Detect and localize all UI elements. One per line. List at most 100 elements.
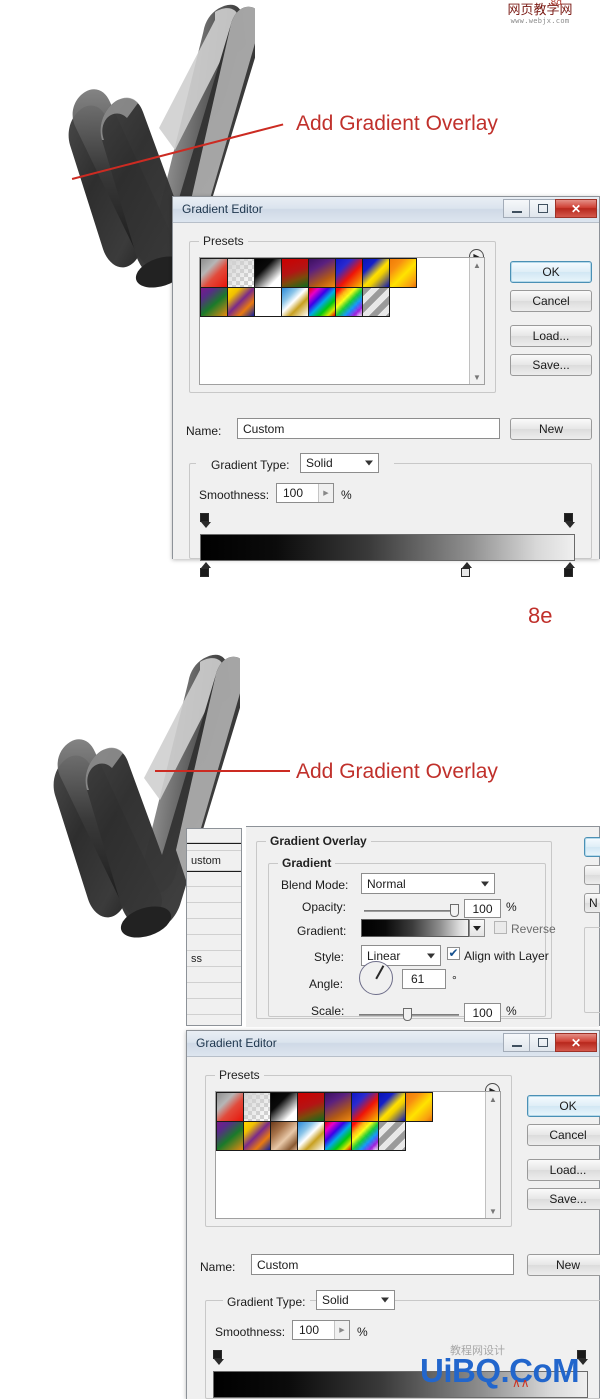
preset-swatch[interactable] xyxy=(324,1092,352,1122)
color-stop-mid-top[interactable] xyxy=(461,562,472,577)
angle-input[interactable]: 61 xyxy=(402,969,446,989)
preset-swatch[interactable] xyxy=(254,258,282,288)
preset-swatch[interactable] xyxy=(324,1121,352,1151)
maximize-icon[interactable] xyxy=(529,199,556,218)
preset-swatch[interactable] xyxy=(243,1121,271,1151)
presets-scrollbar-top[interactable]: ▲ ▼ xyxy=(469,258,484,384)
presets-list-top[interactable]: ▲ ▼ xyxy=(199,257,485,385)
preset-swatch[interactable] xyxy=(389,258,417,288)
overlay-new-style-button-clipped[interactable]: N xyxy=(584,893,600,913)
gradient-type-select-bottom[interactable]: Solid xyxy=(316,1290,395,1310)
name-input-bottom[interactable]: Custom xyxy=(251,1254,514,1275)
scroll-down-icon[interactable]: ▼ xyxy=(470,370,484,384)
ls-row[interactable] xyxy=(187,983,241,999)
preset-swatch[interactable] xyxy=(281,287,309,317)
preset-swatch[interactable] xyxy=(243,1092,271,1122)
preset-swatch[interactable] xyxy=(362,287,390,317)
preset-swatch[interactable] xyxy=(378,1092,406,1122)
overlay-ok-button-clipped[interactable] xyxy=(584,837,600,857)
window-controls-bottom[interactable]: ✕ xyxy=(503,1033,597,1052)
scroll-up-icon[interactable]: ▲ xyxy=(470,258,484,272)
preset-swatch[interactable] xyxy=(362,258,390,288)
preset-swatch[interactable] xyxy=(254,287,282,317)
load-button-top[interactable]: Load... xyxy=(510,325,592,347)
gradient-preview-swatch[interactable] xyxy=(361,919,469,937)
preset-swatch[interactable] xyxy=(335,258,363,288)
ls-row-ss[interactable]: ss xyxy=(187,951,241,967)
title-bar-top[interactable]: Gradient Editor ✕ xyxy=(173,197,599,223)
minimize-icon[interactable] xyxy=(503,199,530,218)
scroll-down-icon[interactable]: ▼ xyxy=(486,1204,500,1218)
ls-row-custom[interactable]: ustom xyxy=(187,851,241,871)
cancel-button-top[interactable]: Cancel xyxy=(510,290,592,312)
preset-swatch[interactable] xyxy=(335,287,363,317)
preset-swatch[interactable] xyxy=(308,258,336,288)
overlay-cancel-button-clipped[interactable] xyxy=(584,865,600,885)
close-icon[interactable]: ✕ xyxy=(555,1033,597,1052)
layer-style-left-panel[interactable]: ustom ss xyxy=(186,828,242,1026)
gradient-dropdown-button[interactable] xyxy=(469,919,485,937)
new-button-bottom[interactable]: New xyxy=(527,1254,600,1276)
opacity-slider-knob[interactable] xyxy=(450,904,459,917)
ls-row[interactable] xyxy=(187,999,241,1015)
color-stop-right-top[interactable] xyxy=(564,562,575,577)
close-icon[interactable]: ✕ xyxy=(555,199,597,218)
minimize-icon[interactable] xyxy=(503,1033,530,1052)
window-controls-top[interactable]: ✕ xyxy=(503,199,597,218)
ok-button-top[interactable]: OK xyxy=(510,261,592,283)
gradient-editor-dialog-top[interactable]: Gradient Editor ✕ Presets ▶ ▲ ▼ OK Cance… xyxy=(172,196,600,577)
preset-swatch[interactable] xyxy=(200,287,228,317)
ls-row[interactable] xyxy=(187,871,241,887)
ls-row[interactable] xyxy=(187,967,241,983)
gradient-preview-bar-top[interactable] xyxy=(200,534,575,561)
smoothness-input-top[interactable]: 100 ▶ xyxy=(276,483,334,503)
blend-mode-select[interactable]: Normal xyxy=(361,873,495,894)
reverse-checkbox[interactable] xyxy=(494,921,507,934)
preset-swatch[interactable] xyxy=(270,1121,298,1151)
opacity-stop-left-bottom[interactable] xyxy=(213,1350,224,1365)
new-button-top[interactable]: New xyxy=(510,418,592,440)
ls-row[interactable] xyxy=(187,935,241,951)
gradient-editor-dialog-bottom[interactable]: Gradient Editor ✕ Presets ▶ ▲ ▼ OK Cance… xyxy=(186,1030,600,1399)
preset-swatch[interactable] xyxy=(227,287,255,317)
color-stop-left-top[interactable] xyxy=(200,562,211,577)
preset-swatch[interactable] xyxy=(200,258,228,288)
cancel-button-bottom[interactable]: Cancel xyxy=(527,1124,600,1146)
align-with-layer-checkbox[interactable] xyxy=(447,946,460,960)
ls-row[interactable] xyxy=(187,919,241,935)
name-input-top[interactable]: Custom xyxy=(237,418,500,439)
preset-swatch[interactable] xyxy=(378,1121,406,1151)
maximize-icon[interactable] xyxy=(529,1033,556,1052)
preset-swatch[interactable] xyxy=(351,1092,379,1122)
preset-swatch[interactable] xyxy=(308,287,336,317)
smoothness-input-bottom[interactable]: 100 ▶ xyxy=(292,1320,350,1340)
preset-swatch[interactable] xyxy=(270,1092,298,1122)
smoothness-spinner-icon[interactable]: ▶ xyxy=(318,484,333,502)
preset-swatch[interactable] xyxy=(297,1092,325,1122)
angle-dial[interactable] xyxy=(359,961,393,995)
scroll-up-icon[interactable]: ▲ xyxy=(486,1092,500,1106)
opacity-slider-track[interactable] xyxy=(364,910,459,912)
preset-swatch[interactable] xyxy=(281,258,309,288)
presets-list-bottom[interactable]: ▲ ▼ xyxy=(215,1091,501,1219)
title-bar-bottom[interactable]: Gradient Editor ✕ xyxy=(187,1031,599,1057)
ok-button-bottom[interactable]: OK xyxy=(527,1095,600,1117)
ls-row[interactable] xyxy=(187,903,241,919)
ls-row[interactable] xyxy=(187,829,241,843)
preset-swatch[interactable] xyxy=(216,1121,244,1151)
preset-swatch[interactable] xyxy=(216,1092,244,1122)
preset-swatch[interactable] xyxy=(351,1121,379,1151)
opacity-stop-right-top[interactable] xyxy=(564,513,575,528)
preset-swatch[interactable] xyxy=(297,1121,325,1151)
preset-swatch[interactable] xyxy=(405,1092,433,1122)
save-button-top[interactable]: Save... xyxy=(510,354,592,376)
opacity-stop-left-top[interactable] xyxy=(200,513,211,528)
save-button-bottom[interactable]: Save... xyxy=(527,1188,600,1210)
ls-row[interactable] xyxy=(187,887,241,903)
load-button-bottom[interactable]: Load... xyxy=(527,1159,600,1181)
presets-scrollbar-bottom[interactable]: ▲ ▼ xyxy=(485,1092,500,1218)
smoothness-spinner-icon[interactable]: ▶ xyxy=(334,1321,349,1339)
gradient-type-select-top[interactable]: Solid xyxy=(300,453,379,473)
gradient-overlay-panel[interactable]: Gradient Overlay Gradient Blend Mode: No… xyxy=(246,826,600,1027)
preset-swatch[interactable] xyxy=(227,258,255,288)
